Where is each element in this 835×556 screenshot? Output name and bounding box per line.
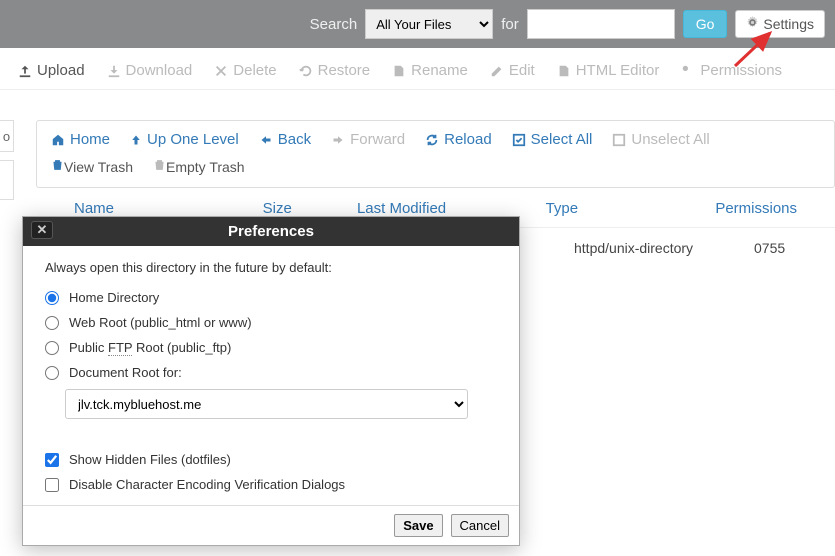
restore-button[interactable]: Restore <box>299 62 371 79</box>
forward-link[interactable]: Forward <box>331 131 405 148</box>
checkbox-disable-encoding[interactable]: Disable Character Encoding Verification … <box>45 472 497 497</box>
radio-web-root[interactable]: Web Root (public_html or www) <box>45 310 497 335</box>
upload-button[interactable]: Upload <box>18 62 85 79</box>
permissions-label: Permissions <box>700 62 782 79</box>
html-editor-button[interactable]: HTML Editor <box>557 62 660 79</box>
modal-intro: Always open this directory in the future… <box>45 260 497 275</box>
modal-title-text: Preferences <box>228 223 314 240</box>
col-modified[interactable]: Last Modified <box>357 200 546 217</box>
permissions-button[interactable]: Permissions <box>681 62 782 79</box>
restore-label: Restore <box>318 62 371 79</box>
col-name[interactable]: Name <box>74 200 263 217</box>
radio-home-label: Home Directory <box>69 290 159 305</box>
checkbox-encoding-input[interactable] <box>45 478 59 492</box>
delete-button[interactable]: Delete <box>214 62 276 79</box>
select-all-label: Select All <box>531 131 593 148</box>
left-panel-sliver: o <box>0 120 14 200</box>
col-type[interactable]: Type <box>546 200 716 217</box>
preferences-modal: ✕ Preferences Always open this directory… <box>22 216 520 546</box>
up-label: Up One Level <box>147 131 239 148</box>
unselect-all-label: Unselect All <box>631 131 709 148</box>
nav-container: Home Up One Level Back Forward Reload Se… <box>36 120 835 188</box>
cell-perms: 0755 <box>754 240 797 256</box>
download-button[interactable]: Download <box>107 62 193 79</box>
up-one-level-link[interactable]: Up One Level <box>130 131 239 148</box>
radio-document-root[interactable]: Document Root for: <box>45 360 497 385</box>
checkbox-show-hidden[interactable]: Show Hidden Files (dotfiles) <box>45 447 497 472</box>
col-size[interactable]: Size <box>263 200 357 217</box>
upload-label: Upload <box>37 62 85 79</box>
nav-primary: Home Up One Level Back Forward Reload Se… <box>37 121 834 158</box>
edit-button[interactable]: Edit <box>490 62 535 79</box>
for-label: for <box>501 16 519 33</box>
delete-label: Delete <box>233 62 276 79</box>
select-all-link[interactable]: Select All <box>512 131 593 148</box>
go-button[interactable]: Go <box>683 10 728 38</box>
rename-label: Rename <box>411 62 468 79</box>
view-trash-link[interactable]: View Trash <box>51 158 133 175</box>
radio-home-input[interactable] <box>45 291 59 305</box>
html-editor-label: HTML Editor <box>576 62 660 79</box>
settings-label: Settings <box>763 16 814 32</box>
home-link[interactable]: Home <box>51 131 110 148</box>
checkbox-encoding-label: Disable Character Encoding Verification … <box>69 477 345 492</box>
radio-webroot-input[interactable] <box>45 316 59 330</box>
download-label: Download <box>126 62 193 79</box>
modal-titlebar: ✕ Preferences <box>23 217 519 246</box>
edit-label: Edit <box>509 62 535 79</box>
empty-trash-label: Empty Trash <box>166 159 245 175</box>
unselect-all-link[interactable]: Unselect All <box>612 131 709 148</box>
forward-label: Forward <box>350 131 405 148</box>
action-toolbar: Upload Download Delete Restore Rename Ed… <box>0 48 835 90</box>
nav-secondary: View Trash Empty Trash <box>37 158 834 187</box>
radio-home-directory[interactable]: Home Directory <box>45 285 497 310</box>
search-label: Search <box>310 16 358 33</box>
radio-webroot-label: Web Root (public_html or www) <box>69 315 252 330</box>
left-empty-box <box>0 160 14 200</box>
reload-label: Reload <box>444 131 492 148</box>
back-label: Back <box>278 131 311 148</box>
modal-footer: Save Cancel <box>23 505 519 545</box>
left-letter: o <box>0 120 14 152</box>
settings-button[interactable]: Settings <box>735 10 825 38</box>
document-root-select[interactable]: jlv.tck.mybluehost.me <box>65 389 468 419</box>
modal-body: Always open this directory in the future… <box>23 246 519 505</box>
close-icon[interactable]: ✕ <box>31 221 53 239</box>
checkbox-hidden-label: Show Hidden Files (dotfiles) <box>69 452 231 467</box>
radio-docroot-input[interactable] <box>45 366 59 380</box>
search-scope-select[interactable]: All Your Files <box>365 9 493 39</box>
radio-ftp-root[interactable]: Public FTP Root (public_ftp) <box>45 335 497 360</box>
back-link[interactable]: Back <box>259 131 311 148</box>
radio-docroot-label: Document Root for: <box>69 365 182 380</box>
reload-link[interactable]: Reload <box>425 131 492 148</box>
save-button[interactable]: Save <box>394 514 442 537</box>
search-input[interactable] <box>527 9 675 39</box>
radio-ftp-label: Public FTP Root (public_ftp) <box>69 340 231 355</box>
cancel-button[interactable]: Cancel <box>451 514 509 537</box>
cell-type: httpd/unix-directory <box>574 240 754 256</box>
rename-button[interactable]: Rename <box>392 62 468 79</box>
col-perms[interactable]: Permissions <box>715 200 797 217</box>
view-trash-label: View Trash <box>64 159 133 175</box>
home-label: Home <box>70 131 110 148</box>
checkbox-hidden-input[interactable] <box>45 453 59 467</box>
radio-ftp-input[interactable] <box>45 341 59 355</box>
empty-trash-link[interactable]: Empty Trash <box>153 158 245 175</box>
gear-icon <box>746 16 759 32</box>
top-search-bar: Search All Your Files for Go Settings <box>0 0 835 48</box>
